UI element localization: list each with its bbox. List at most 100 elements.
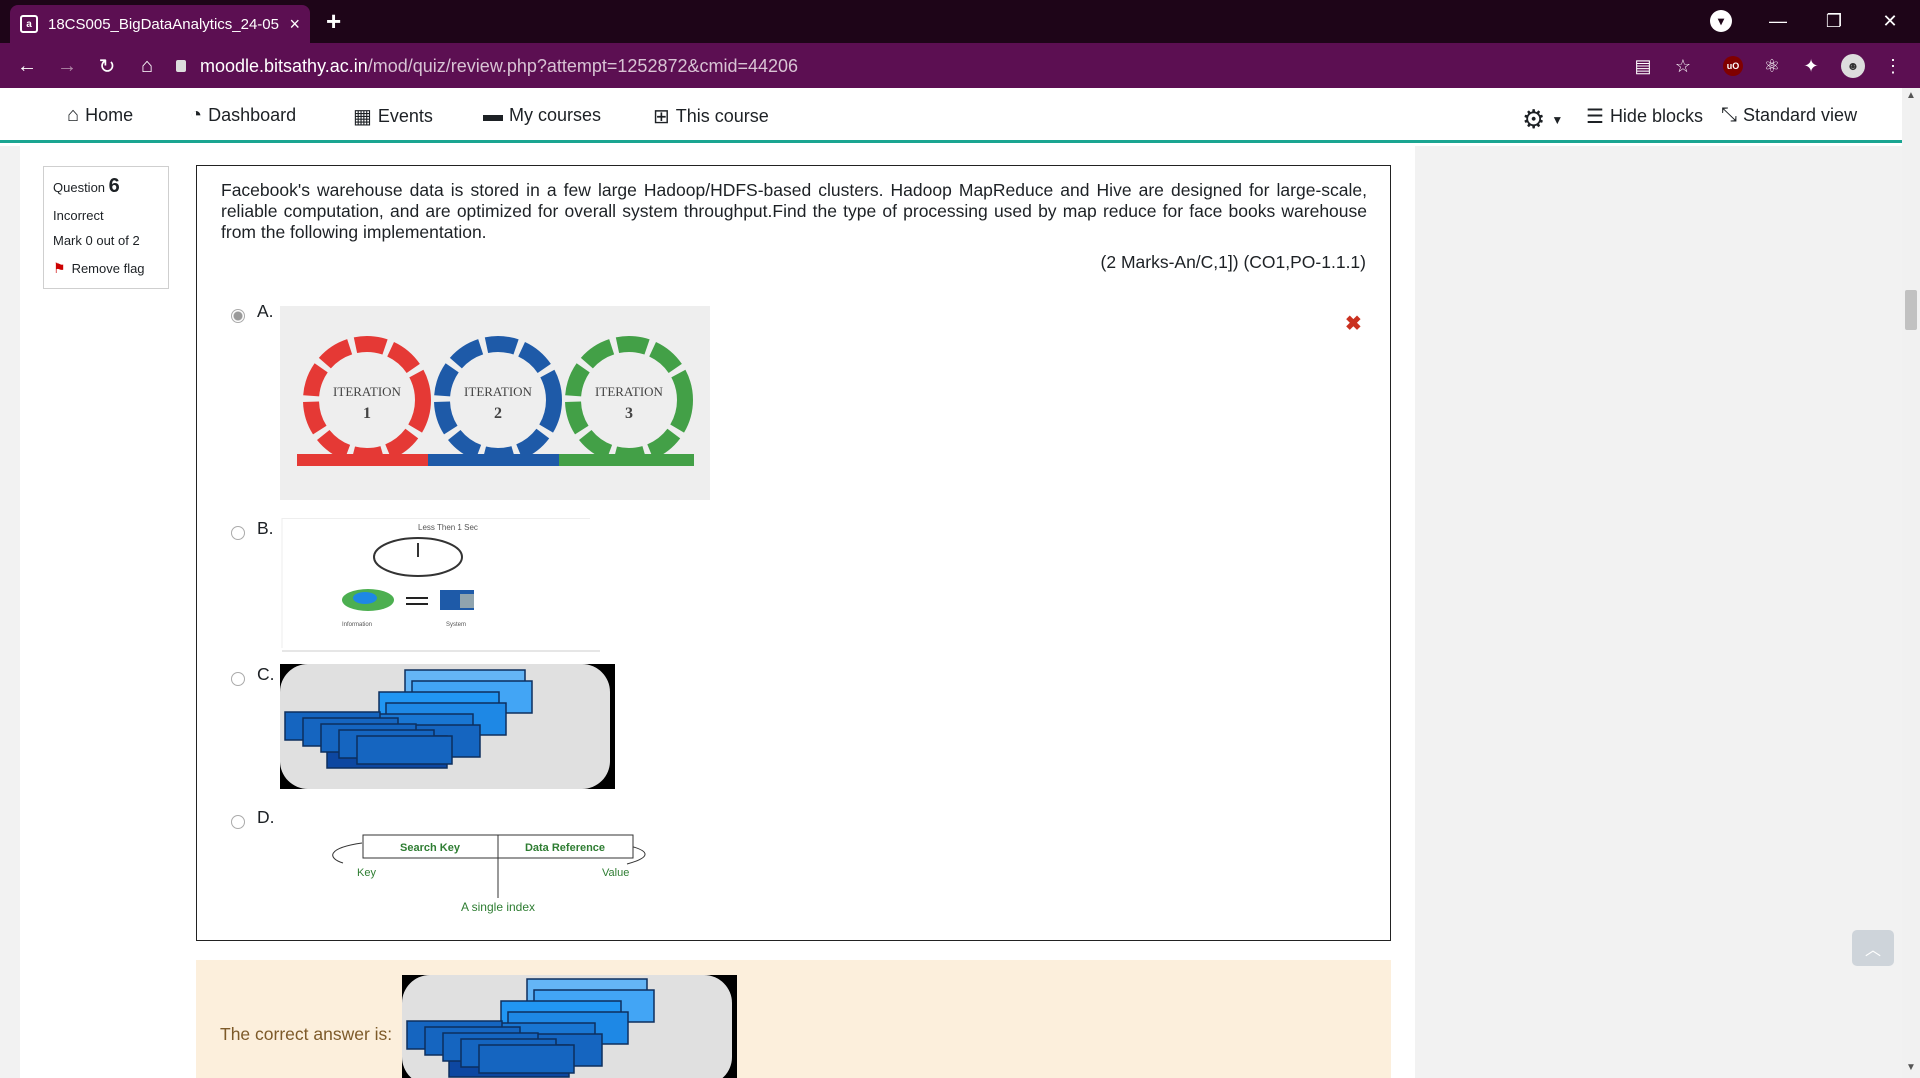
compress-icon: ⤡ bbox=[1721, 104, 1737, 126]
globe-icon bbox=[342, 589, 394, 611]
profile-avatar-icon[interactable]: ☻ bbox=[1841, 54, 1865, 78]
address-bar[interactable]: moodle.bitsathy.ac.in/mod/quiz/review.ph… bbox=[176, 51, 1706, 81]
home-icon[interactable]: ⌂ bbox=[132, 51, 162, 81]
close-window-icon[interactable]: ✕ bbox=[1864, 0, 1916, 43]
option-a[interactable]: A. bbox=[231, 301, 274, 323]
minimize-icon[interactable]: — bbox=[1752, 0, 1804, 43]
remove-flag-label: Remove flag bbox=[71, 261, 145, 276]
scroll-up-arrow-icon[interactable]: ▲ bbox=[1906, 90, 1916, 101]
react-devtools-icon[interactable]: ⚛ bbox=[1759, 53, 1785, 79]
scroll-down-arrow-icon[interactable]: ▼ bbox=[1906, 1062, 1916, 1073]
option-d[interactable]: D. bbox=[231, 807, 275, 829]
sitemap-icon: ⊞ bbox=[653, 106, 670, 128]
iteration-number: 2 bbox=[494, 405, 502, 422]
option-b-right-label: System bbox=[446, 622, 466, 628]
page-scrollbar[interactable]: ▲ ▼ bbox=[1902, 88, 1920, 1078]
settings-menu[interactable]: ⚙ ▼ bbox=[1522, 104, 1563, 135]
reader-mode-icon[interactable]: ▤ bbox=[1630, 53, 1656, 79]
calendar-icon: ▦ bbox=[353, 106, 372, 128]
stacked-block bbox=[356, 735, 453, 765]
computer-icon bbox=[440, 590, 474, 610]
question-state: Incorrect bbox=[53, 208, 104, 223]
iteration-arrow bbox=[559, 454, 694, 466]
remove-flag-link[interactable]: ⚑ Remove flag bbox=[53, 260, 159, 277]
option-d-image: Search Key Data Reference Key Value A si… bbox=[332, 834, 646, 914]
nav-this-course[interactable]: ⊞ This course bbox=[653, 104, 769, 129]
question-text: Facebook's warehouse data is stored in a… bbox=[221, 180, 1367, 242]
standard-view-button[interactable]: ⤡ Standard view bbox=[1721, 104, 1857, 127]
gear-icon: ⚙ bbox=[1522, 104, 1546, 134]
forward-icon[interactable]: → bbox=[52, 51, 82, 81]
bookmark-star-icon[interactable]: ☆ bbox=[1670, 53, 1696, 79]
stacked-block bbox=[478, 1044, 575, 1074]
iteration-title: ITERATION bbox=[595, 384, 663, 399]
home-icon: ⌂ bbox=[67, 104, 80, 126]
correct-answer-text: The correct answer is: bbox=[220, 1024, 393, 1044]
option-b-image: Less Then 1 Sec Information System bbox=[281, 518, 600, 652]
reload-icon[interactable]: ↻ bbox=[92, 51, 122, 81]
briefcase-icon: ▬ bbox=[483, 104, 503, 126]
question-label: Question bbox=[53, 180, 106, 195]
new-tab-button[interactable]: + bbox=[326, 6, 341, 37]
hide-blocks-button[interactable]: ☰ Hide blocks bbox=[1586, 104, 1703, 129]
iteration-title: ITERATION bbox=[464, 384, 532, 399]
nav-this-course-label: This course bbox=[675, 106, 769, 126]
correct-answer-image bbox=[402, 975, 737, 1078]
back-to-top-button[interactable]: ︿ bbox=[1852, 930, 1894, 966]
option-b[interactable]: B. bbox=[231, 518, 274, 540]
option-a-image: ITERATION 1 ITERATION 2 ITERATION 3 bbox=[280, 306, 710, 500]
list-indent-icon: ☰ bbox=[1586, 106, 1604, 128]
nav-events-label: Events bbox=[377, 106, 433, 126]
browser-tab-bar: a 18CS005_BigDataAnalytics_24-05 × + ▾ —… bbox=[0, 0, 1920, 43]
chevron-up-icon: ︿ bbox=[1864, 942, 1881, 959]
dashboard-gauge-icon: ◔ bbox=[190, 104, 203, 126]
option-b-left-label: Information bbox=[342, 622, 372, 628]
extensions-puzzle-icon[interactable]: ✦ bbox=[1798, 53, 1824, 79]
option-d-label: D. bbox=[257, 807, 275, 827]
question-info-box: Question 6 Incorrect Mark 0 out of 2 ⚑ R… bbox=[43, 166, 169, 289]
option-c-radio[interactable] bbox=[231, 672, 245, 686]
browser-menu-icon[interactable]: ⋮ bbox=[1880, 53, 1906, 79]
nav-dashboard-label: Dashboard bbox=[208, 105, 297, 125]
ublock-icon[interactable]: uO bbox=[1723, 56, 1743, 76]
url-host: moodle.bitsathy.ac.in bbox=[200, 55, 368, 76]
search-key-label: Search Key bbox=[400, 842, 461, 854]
back-icon[interactable]: ← bbox=[12, 51, 42, 81]
option-c-label: C. bbox=[257, 664, 275, 684]
nav-events[interactable]: ▦ Events bbox=[353, 104, 433, 129]
nav-home-label: Home bbox=[85, 105, 134, 125]
nav-home[interactable]: ⌂ Home bbox=[67, 104, 133, 127]
iteration-arrow bbox=[428, 454, 563, 466]
option-a-radio[interactable] bbox=[231, 309, 245, 323]
hide-blocks-label: Hide blocks bbox=[1609, 106, 1703, 126]
caret-down-icon: ▼ bbox=[1551, 112, 1564, 127]
lock-icon bbox=[176, 60, 186, 72]
browser-toolbar: ← → ↻ ⌂ moodle.bitsathy.ac.in/mod/quiz/r… bbox=[0, 43, 1920, 88]
clock-icon bbox=[373, 537, 463, 577]
option-c[interactable]: C. bbox=[231, 664, 275, 686]
nav-my-courses[interactable]: ▬ My courses bbox=[483, 104, 601, 127]
question-marks: (2 Marks-An/C,1]) (CO1,PO-1.1.1) bbox=[1100, 252, 1366, 272]
option-b-caption: Less Then 1 Sec bbox=[418, 523, 478, 532]
incorrect-x-icon: ✖ bbox=[1345, 313, 1362, 335]
option-b-radio[interactable] bbox=[231, 526, 245, 540]
restore-icon[interactable]: ❐ bbox=[1808, 0, 1860, 43]
data-reference-label: Data Reference bbox=[525, 842, 605, 854]
question-number: Question 6 bbox=[53, 175, 159, 198]
key-label: Key bbox=[357, 867, 376, 879]
page-right-gutter bbox=[1415, 146, 1902, 1078]
option-b-label: B. bbox=[257, 518, 274, 538]
flag-icon: ⚑ bbox=[53, 260, 66, 276]
option-d-radio[interactable] bbox=[231, 815, 245, 829]
iteration-number: 1 bbox=[363, 405, 371, 422]
scrollbar-thumb[interactable] bbox=[1905, 290, 1917, 330]
tab-title: 18CS005_BigDataAnalytics_24-05 bbox=[48, 15, 279, 33]
tab-close-icon[interactable]: × bbox=[289, 14, 300, 35]
exchange-arrows-icon bbox=[406, 597, 428, 605]
browser-tab[interactable]: a 18CS005_BigDataAnalytics_24-05 × bbox=[10, 5, 310, 43]
download-icon[interactable]: ▾ bbox=[1710, 10, 1732, 32]
moodle-navbar: ⌂ Home ◔ Dashboard ▦ Events ▬ My courses… bbox=[0, 88, 1902, 143]
option-c-image bbox=[280, 664, 615, 789]
option-a-label: A. bbox=[257, 301, 274, 321]
nav-dashboard[interactable]: ◔ Dashboard bbox=[190, 104, 296, 127]
